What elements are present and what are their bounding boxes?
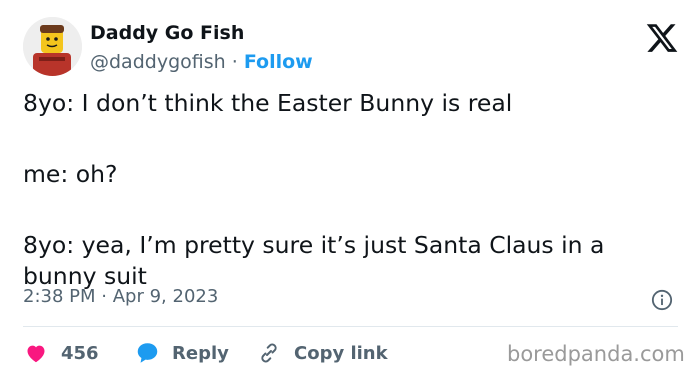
reply-bubble-icon [137, 343, 158, 363]
tweet-line: 8yo: yea, I’m pretty sure it’s just Sant… [23, 231, 605, 290]
tweet-time: 2:38 PM [23, 286, 96, 307]
tweet-line: 8yo: I don’t think the Easter Bunny is r… [23, 89, 513, 117]
avatar[interactable] [23, 17, 82, 76]
watermark: boredpanda.com [507, 342, 685, 366]
heart-icon [27, 345, 45, 363]
lego-figure-avatar-image [23, 17, 82, 76]
tweet-line: me: oh? [23, 160, 118, 188]
handle-row: @daddygofish · Follow [90, 51, 313, 73]
copy-link-button[interactable]: Copy link [257, 337, 388, 369]
divider [23, 326, 678, 327]
like-button[interactable]: 456 [23, 337, 99, 369]
tweet-header: Daddy Go Fish @daddygofish · Follow [23, 17, 683, 77]
handle-separator: · [231, 51, 238, 73]
reply-label: Reply [172, 342, 229, 364]
tweet-timestamp[interactable]: 2:38 PM · Apr 9, 2023 [23, 286, 218, 307]
info-icon[interactable] [651, 289, 673, 311]
author-name[interactable]: Daddy Go Fish [90, 22, 244, 44]
link-icon [261, 343, 277, 363]
tweet-text: 8yo: I don’t think the Easter Bunny is r… [23, 88, 673, 292]
meta-separator: · [101, 286, 107, 307]
copy-link-label: Copy link [294, 342, 388, 364]
like-count: 456 [61, 342, 99, 364]
author-handle[interactable]: @daddygofish [90, 51, 226, 73]
follow-button[interactable]: Follow [244, 51, 313, 73]
x-logo-icon[interactable] [645, 21, 679, 55]
tweet-date: Apr 9, 2023 [112, 286, 219, 307]
reply-button[interactable]: Reply [134, 337, 229, 369]
